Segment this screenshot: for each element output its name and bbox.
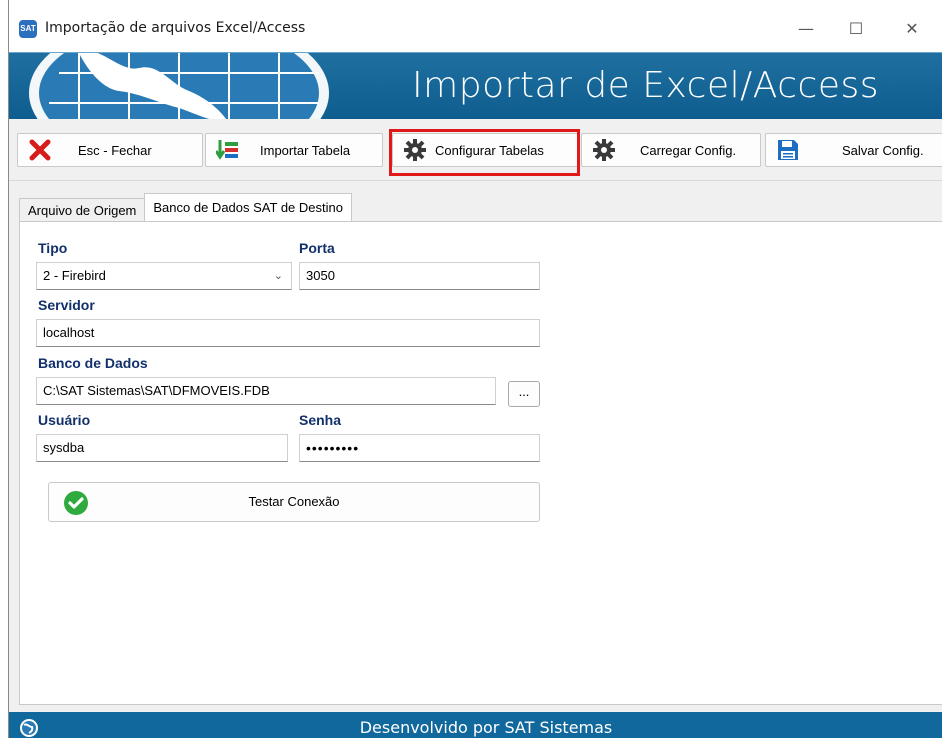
tab-banco-de-dados[interactable]: Banco de Dados SAT de Destino <box>144 193 352 222</box>
tab-arquivo-de-origem[interactable]: Arquivo de Origem <box>19 198 146 222</box>
senha-input[interactable]: ••••••••• <box>299 434 540 462</box>
toolbar: Esc - Fechar Importar Tabela Configurar … <box>9 119 942 181</box>
close-window-button[interactable]: ✕ <box>889 14 935 44</box>
porta-label: Porta <box>299 240 335 256</box>
status-text: Desenvolvido por SAT Sistemas <box>359 718 613 737</box>
browse-button[interactable]: ... <box>508 381 540 407</box>
tipo-select-value: 2 - Firebird <box>43 268 106 283</box>
globe-logo-icon <box>29 53 329 119</box>
load-config-button[interactable]: Carregar Config. <box>581 133 761 167</box>
maximize-button[interactable]: ☐ <box>833 14 879 44</box>
header-banner: Importar de Excel/Access <box>9 52 942 119</box>
save-config-button[interactable]: Salvar Config. <box>765 133 942 167</box>
close-button[interactable]: Esc - Fechar <box>17 133 203 167</box>
usuario-label: Usuário <box>38 412 91 428</box>
floppy-disk-icon <box>776 138 800 162</box>
configure-tables-button[interactable]: Configurar Tabelas <box>392 133 578 167</box>
import-table-label: Importar Tabela <box>260 142 351 158</box>
main-window: SAT Importação de arquivos Excel/Access … <box>8 0 942 738</box>
gear-icon <box>403 138 427 162</box>
import-table-button[interactable]: Importar Tabela <box>205 133 383 167</box>
chevron-down-icon: ⌄ <box>273 270 283 282</box>
porta-input[interactable]: 3050 <box>299 262 540 290</box>
import-table-icon <box>216 138 240 162</box>
tipo-select[interactable]: 2 - Firebird ⌄ <box>36 262 292 290</box>
close-button-label: Esc - Fechar <box>78 142 152 158</box>
test-connection-button[interactable]: Testar Conexão <box>48 482 540 522</box>
app-icon: SAT <box>19 20 37 38</box>
gear-icon <box>592 138 616 162</box>
close-x-icon <box>28 138 52 162</box>
senha-label: Senha <box>299 412 342 428</box>
tab-strip: Arquivo de Origem Banco de Dados SAT de … <box>19 193 352 222</box>
test-connection-label: Testar Conexão <box>248 494 340 509</box>
title-bar[interactable]: SAT Importação de arquivos Excel/Access … <box>9 0 942 60</box>
save-config-label: Salvar Config. <box>842 142 924 158</box>
servidor-input[interactable]: localhost <box>36 319 540 347</box>
tab-panel-banco-de-dados: Tipo 2 - Firebird ⌄ Porta 3050 Servidor … <box>19 221 942 705</box>
status-bar: Desenvolvido por SAT Sistemas <box>9 712 942 738</box>
tipo-label: Tipo <box>38 240 68 256</box>
banner-title: Importar de Excel/Access <box>412 65 879 106</box>
servidor-label: Servidor <box>38 297 95 313</box>
load-config-label: Carregar Config. <box>640 142 737 158</box>
configure-tables-label: Configurar Tabelas <box>435 142 544 158</box>
banco-de-dados-label: Banco de Dados <box>38 355 148 371</box>
banco-de-dados-input[interactable]: C:\SAT Sistemas\SAT\DFMOVEIS.FDB <box>36 377 496 405</box>
window-title: Importação de arquivos Excel/Access <box>45 20 306 36</box>
minimize-button[interactable]: — <box>783 14 829 44</box>
usuario-input[interactable]: sysdba <box>36 434 288 462</box>
